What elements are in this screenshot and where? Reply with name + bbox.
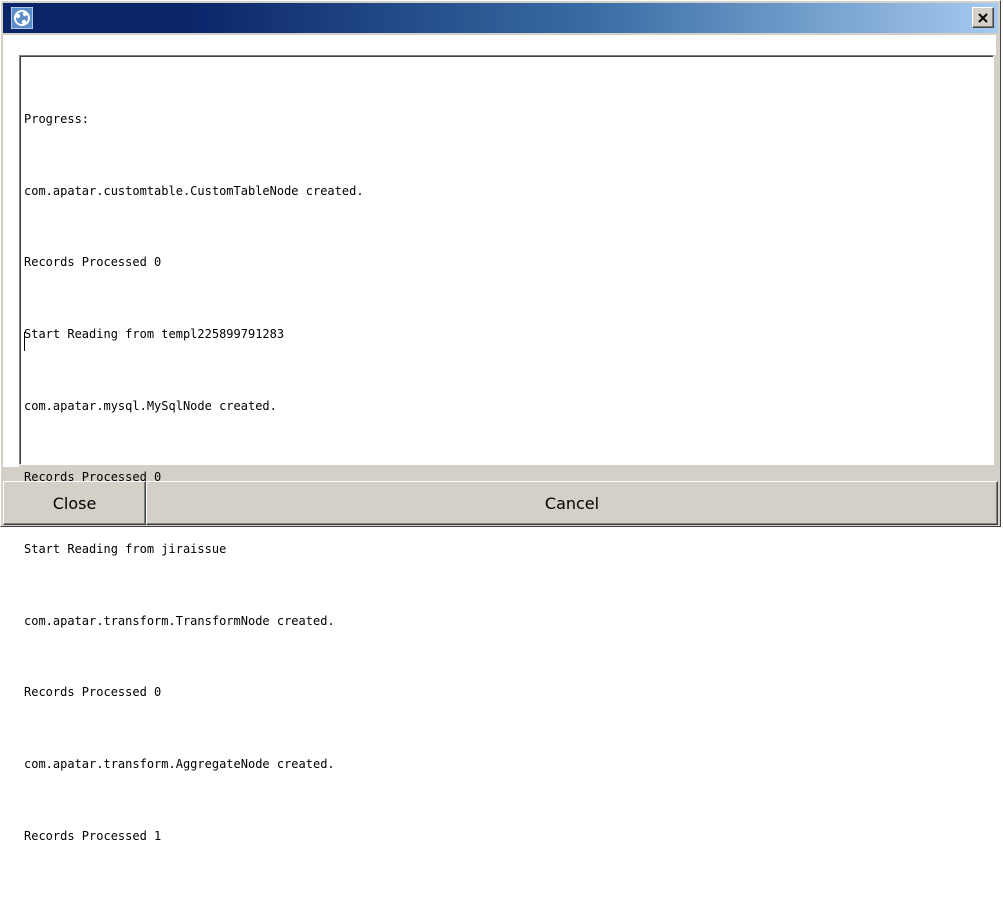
log-line: Progress: <box>24 111 90 126</box>
close-button[interactable]: Close <box>3 481 146 525</box>
log-panel-left-margin <box>3 35 19 467</box>
log-line: Start Reading from jiraissue <box>24 542 227 557</box>
log-panel-top-margin <box>3 35 996 55</box>
close-icon <box>978 12 988 23</box>
log-line: com.apatar.transform.TransformNode creat… <box>24 613 335 628</box>
log-line: Records Processed 1 <box>24 828 162 843</box>
window-close-button[interactable] <box>972 7 994 28</box>
progress-log-lines: Progress: com.apatar.customtable.CustomT… <box>24 60 364 897</box>
text-caret <box>24 332 25 351</box>
button-bar: Close Cancel <box>3 481 998 525</box>
progress-log-textarea[interactable]: Progress: com.apatar.customtable.CustomT… <box>19 55 994 843</box>
cancel-button[interactable]: Cancel <box>146 481 998 525</box>
log-line: com.apatar.mysql.MySqlNode created. <box>24 398 277 413</box>
title-bar[interactable] <box>3 3 998 33</box>
log-line: com.apatar.transform.AggregateNode creat… <box>24 757 335 772</box>
progress-dialog: Progress: com.apatar.customtable.CustomT… <box>0 0 1001 843</box>
apatar-app-icon <box>11 7 33 29</box>
log-line: Start Reading from templ225899791283 <box>24 326 285 341</box>
log-line: Records Processed 0 <box>24 255 162 270</box>
log-line: Records Processed 0 <box>24 685 162 700</box>
log-line: com.apatar.customtable.CustomTableNode c… <box>24 183 364 198</box>
